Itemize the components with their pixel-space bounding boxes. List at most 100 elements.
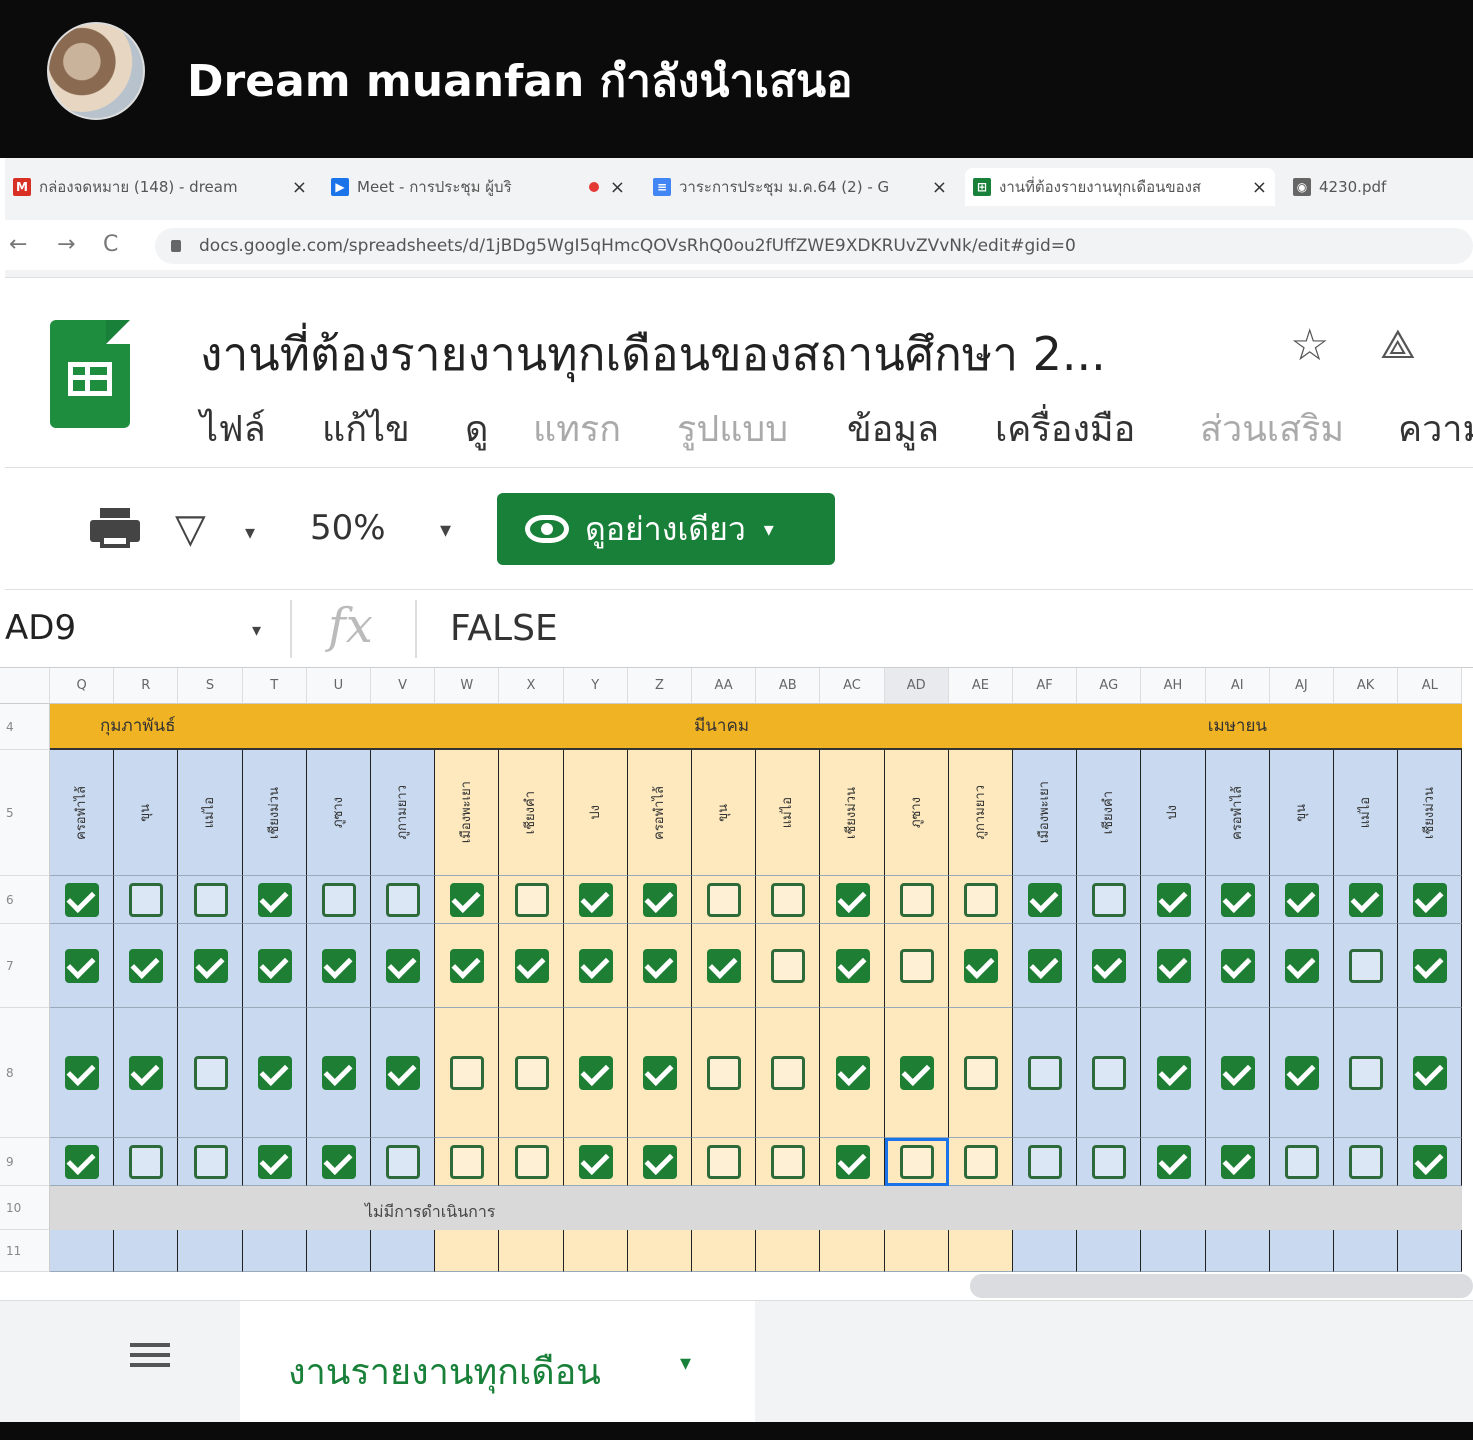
checkbox-unchecked[interactable] <box>771 883 806 917</box>
checkbox-unchecked[interactable] <box>1092 1056 1127 1090</box>
column-header[interactable]: AG <box>1077 668 1142 704</box>
checkbox-unchecked[interactable] <box>1349 949 1384 983</box>
column-header[interactable]: U <box>306 668 371 704</box>
school-header-cell[interactable]: เชียงม่วน <box>1398 750 1463 876</box>
checkbox-unchecked[interactable] <box>1349 1056 1384 1090</box>
grid-cell[interactable] <box>499 1230 564 1272</box>
grid-cell[interactable] <box>1013 1230 1078 1272</box>
checkbox-checked[interactable] <box>1028 883 1063 917</box>
name-box[interactable]: AD9 <box>5 608 76 648</box>
grid-cell[interactable] <box>178 1230 243 1272</box>
row-header[interactable]: 11 <box>0 1230 50 1272</box>
menu-item[interactable]: ข้อมูล <box>847 400 939 457</box>
column-header[interactable]: AH <box>1141 668 1206 704</box>
checkbox-unchecked[interactable] <box>129 883 164 917</box>
checkbox-checked[interactable] <box>193 949 228 983</box>
menu-item[interactable]: ส่วนเสริม <box>1200 400 1344 457</box>
formula-input[interactable]: FALSE <box>450 608 558 649</box>
school-header-cell[interactable]: เชียงคำ <box>1077 750 1142 876</box>
checkbox-checked[interactable] <box>1156 883 1191 917</box>
column-header[interactable]: AK <box>1334 668 1399 704</box>
school-header-cell[interactable]: ภูซาง <box>884 750 949 876</box>
checkbox-unchecked[interactable] <box>963 1056 998 1090</box>
grid-cell[interactable] <box>1398 1230 1463 1272</box>
checkbox-checked[interactable] <box>129 949 164 983</box>
school-header-cell[interactable]: แม่ไอ <box>1334 750 1399 876</box>
row-header[interactable]: 7 <box>0 924 50 1008</box>
checkbox-unchecked[interactable] <box>514 883 549 917</box>
close-tab-icon[interactable]: × <box>292 177 307 198</box>
zoom-select[interactable]: 50% <box>310 508 386 548</box>
checkbox-checked[interactable] <box>257 1145 292 1179</box>
grid-cell[interactable] <box>1269 1230 1334 1272</box>
checkbox-checked[interactable] <box>257 883 292 917</box>
browser-tab[interactable]: ▶ Meet - การประชุม ผู้บริ × <box>323 168 633 206</box>
checkbox-unchecked[interactable] <box>707 1145 742 1179</box>
checkbox-checked[interactable] <box>1284 949 1319 983</box>
all-sheets-icon[interactable] <box>130 1343 170 1377</box>
document-title[interactable]: งานที่ต้องรายงานทุกเดือนของสถานศึกษา 2..… <box>200 318 1106 391</box>
column-header[interactable]: AL <box>1398 668 1463 704</box>
checkbox-checked[interactable] <box>1156 1056 1191 1090</box>
checkbox-checked[interactable] <box>1220 949 1255 983</box>
grid-cell[interactable] <box>1077 1230 1142 1272</box>
checkbox-checked[interactable] <box>65 1056 100 1090</box>
filter-dropdown-icon[interactable]: ▾ <box>245 520 255 544</box>
school-header-cell[interactable]: เมืองพะเยา <box>1013 750 1078 876</box>
checkbox-checked[interactable] <box>321 1145 356 1179</box>
column-header[interactable]: AB <box>756 668 821 704</box>
grid-cell[interactable] <box>371 1230 436 1272</box>
column-header[interactable]: Q <box>50 668 115 704</box>
column-header[interactable]: V <box>371 668 436 704</box>
select-all-corner[interactable] <box>0 668 50 704</box>
checkbox-checked[interactable] <box>1220 883 1255 917</box>
menu-item[interactable]: แก้ไข <box>322 400 410 457</box>
print-icon[interactable] <box>90 508 140 550</box>
grid-cell[interactable] <box>50 1230 115 1272</box>
grid-cell[interactable] <box>692 1230 757 1272</box>
checkbox-unchecked[interactable] <box>707 883 742 917</box>
grid-cell[interactable] <box>563 1230 628 1272</box>
menu-item[interactable]: แทรก <box>533 400 621 457</box>
checkbox-checked[interactable] <box>835 1056 870 1090</box>
row-header[interactable]: 6 <box>0 876 50 924</box>
checkbox-unchecked[interactable] <box>1028 1056 1063 1090</box>
checkbox-checked[interactable] <box>1413 883 1448 917</box>
close-tab-icon[interactable]: × <box>932 177 947 198</box>
checkbox-unchecked[interactable] <box>193 883 228 917</box>
checkbox-checked[interactable] <box>257 949 292 983</box>
back-icon[interactable]: ← <box>9 232 27 257</box>
school-header-cell[interactable]: ขุน <box>692 750 757 876</box>
checkbox-unchecked[interactable] <box>193 1145 228 1179</box>
column-header[interactable]: Z <box>627 668 692 704</box>
school-header-cell[interactable]: ภูซาง <box>306 750 371 876</box>
school-header-cell[interactable]: ภูกามยาว <box>371 750 436 876</box>
checkbox-checked[interactable] <box>578 883 613 917</box>
forward-icon[interactable]: → <box>57 232 75 257</box>
zoom-dropdown-icon[interactable]: ▾ <box>440 518 451 543</box>
checkbox-checked[interactable] <box>1156 949 1191 983</box>
checkbox-unchecked[interactable] <box>321 883 356 917</box>
close-tab-icon[interactable]: × <box>1252 177 1267 198</box>
school-header-cell[interactable]: เมืองพะเยา <box>435 750 500 876</box>
grid-cell[interactable] <box>435 1230 500 1272</box>
grid-cell[interactable] <box>306 1230 371 1272</box>
checkbox-checked[interactable] <box>450 949 485 983</box>
checkbox-checked[interactable] <box>65 1145 100 1179</box>
checkbox-checked[interactable] <box>1156 1145 1191 1179</box>
row-header[interactable]: 5 <box>0 750 50 876</box>
checkbox-checked[interactable] <box>386 949 421 983</box>
school-header-cell[interactable]: ครอพำไล้ <box>50 750 115 876</box>
checkbox-unchecked[interactable] <box>899 949 934 983</box>
checkbox-unchecked[interactable] <box>1284 1145 1319 1179</box>
column-header[interactable]: AD <box>884 668 949 704</box>
checkbox-unchecked[interactable] <box>514 1056 549 1090</box>
school-header-cell[interactable]: ครอพำไล้ <box>627 750 692 876</box>
school-header-cell[interactable]: เชียงม่วน <box>242 750 307 876</box>
checkbox-unchecked[interactable] <box>771 949 806 983</box>
chevron-down-icon[interactable]: ▾ <box>680 1351 691 1376</box>
grid-cell[interactable] <box>948 1230 1013 1272</box>
checkbox-checked[interactable] <box>1413 1145 1448 1179</box>
checkbox-checked[interactable] <box>1220 1056 1255 1090</box>
column-header[interactable]: AI <box>1205 668 1270 704</box>
